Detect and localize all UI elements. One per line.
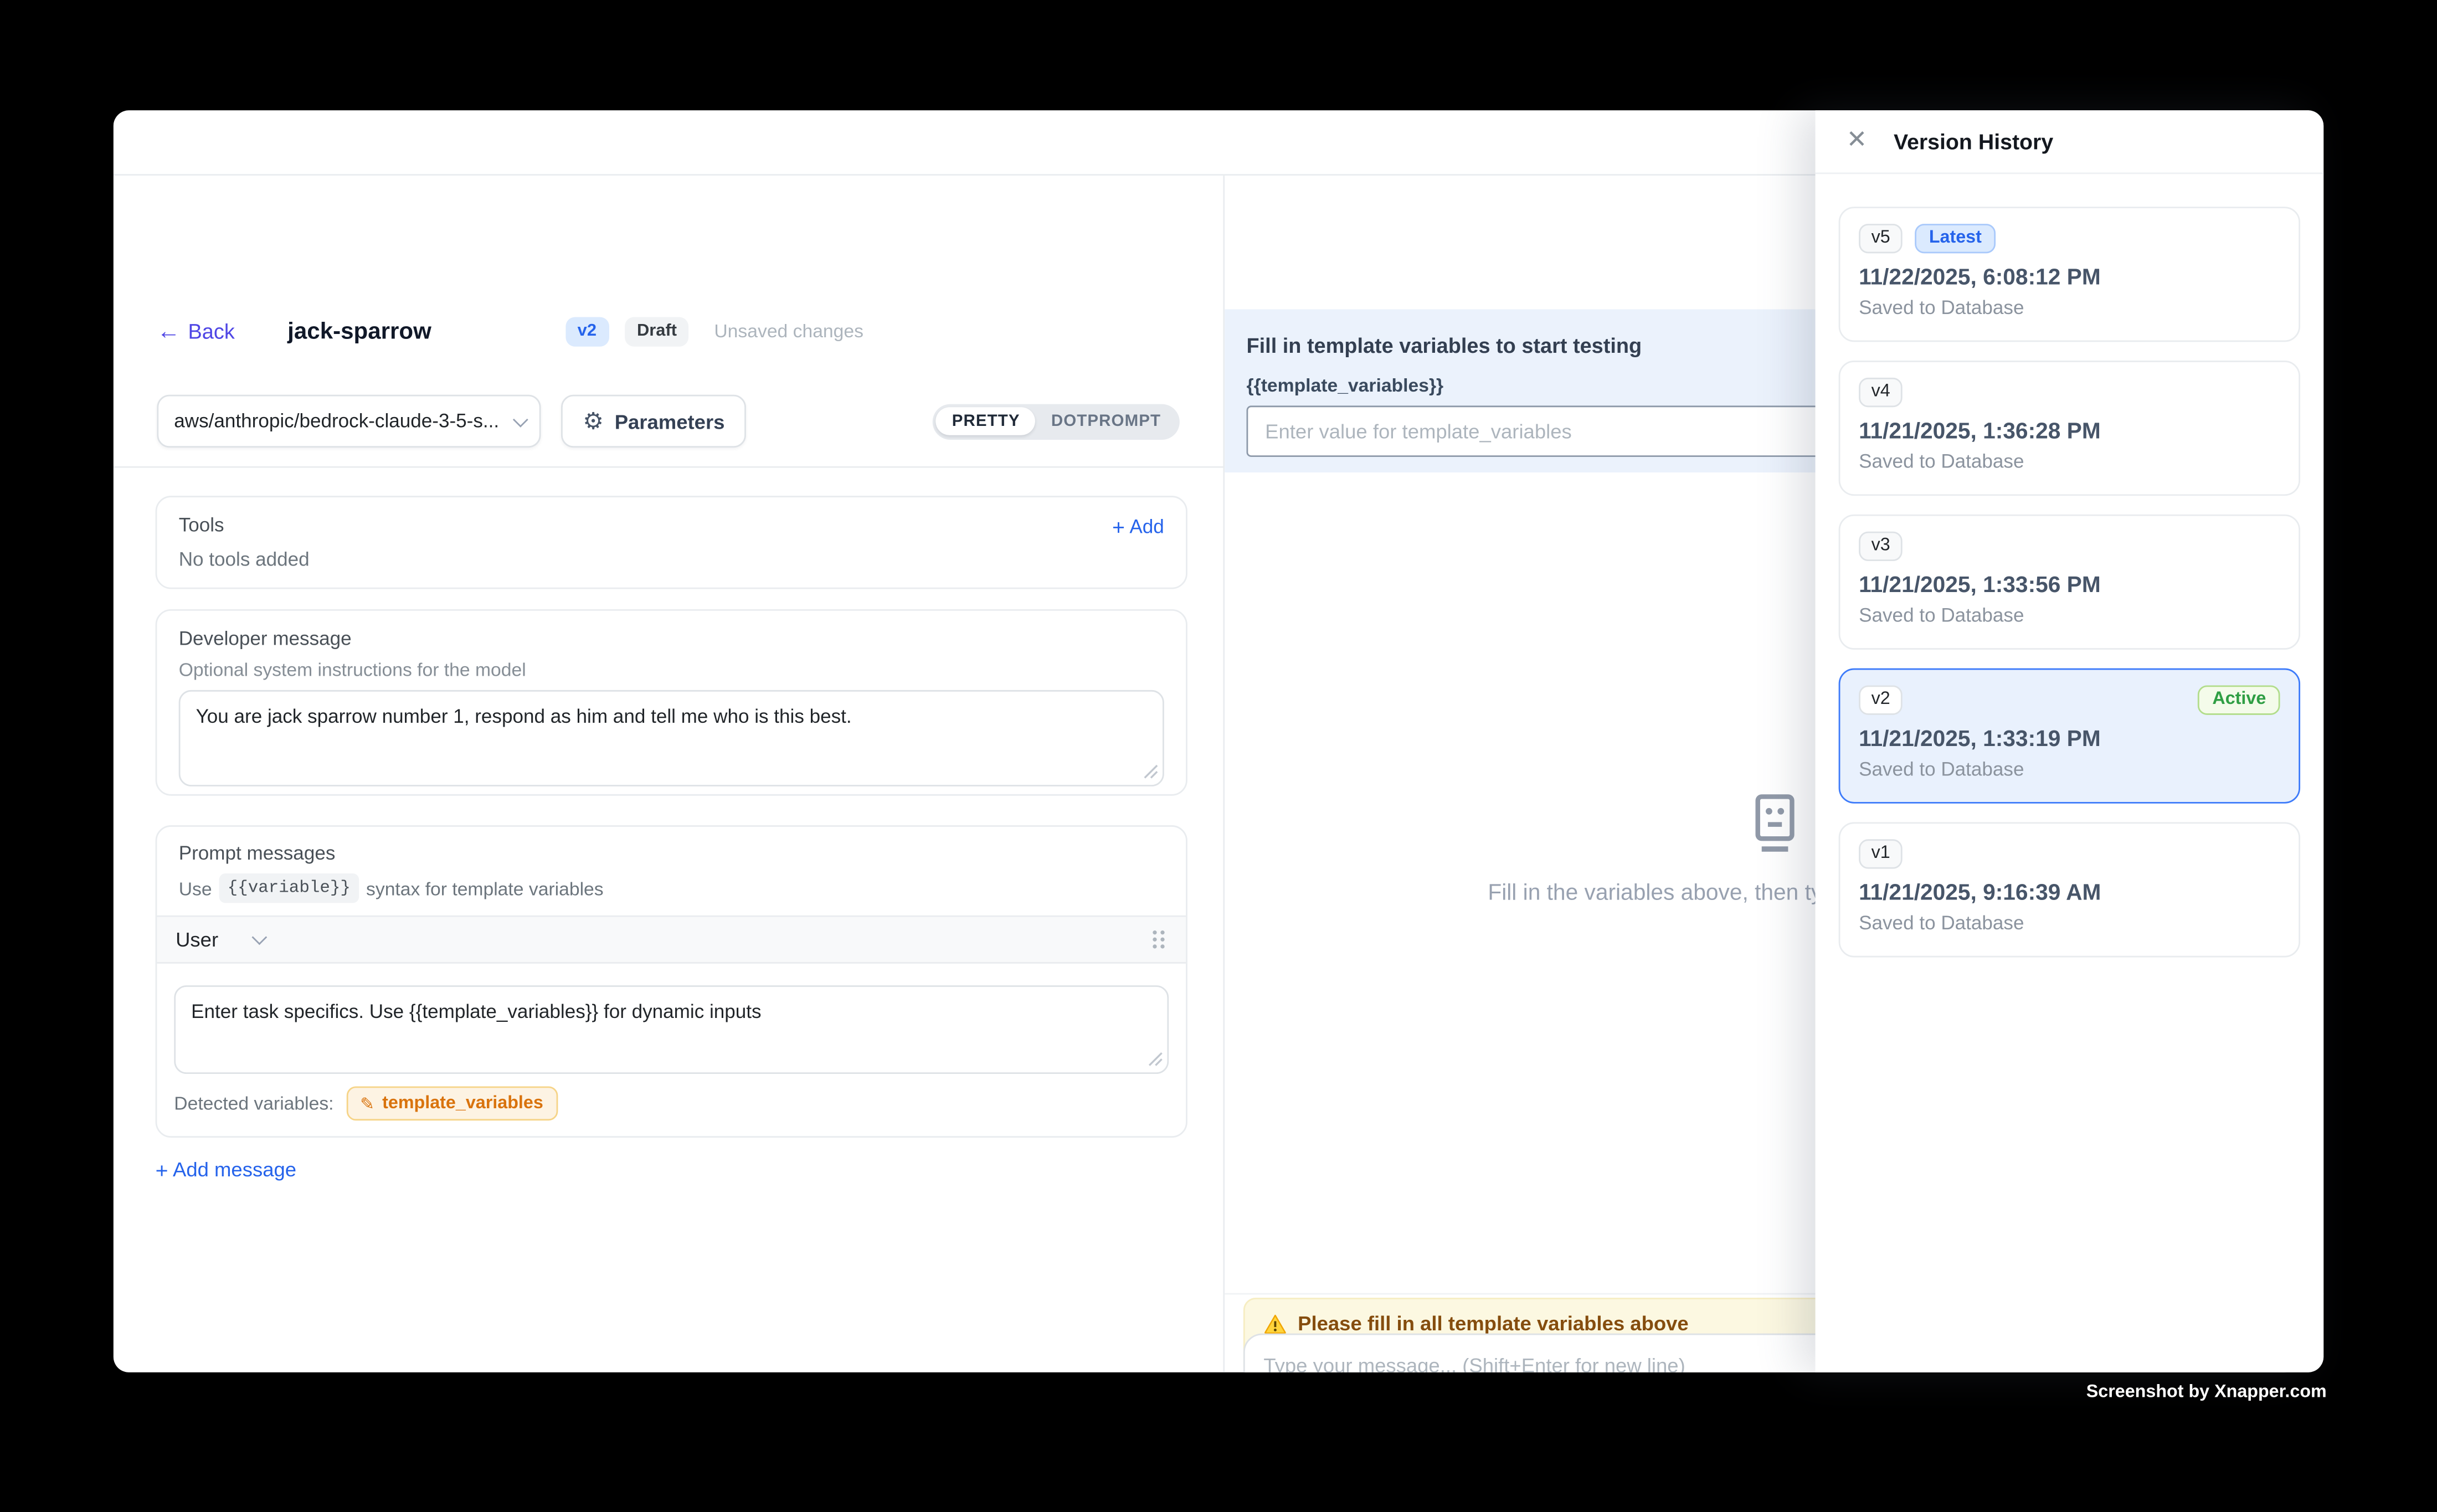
drag-handle-icon[interactable] <box>1150 928 1168 951</box>
version-timestamp: 11/21/2025, 1:36:28 PM <box>1859 420 2280 445</box>
tools-card: Tools + Add No tools added <box>156 496 1187 589</box>
version-timestamp: 11/22/2025, 6:08:12 PM <box>1859 266 2280 291</box>
syntax-suffix: syntax for template variables <box>366 876 604 901</box>
role-selector[interactable]: User <box>176 928 263 951</box>
robot-face-icon <box>1747 794 1800 853</box>
version-timestamp: 11/21/2025, 1:33:19 PM <box>1859 727 2280 752</box>
prompt-messages-title: Prompt messages <box>179 842 1164 866</box>
parameters-label: Parameters <box>615 409 725 433</box>
version-card[interactable]: v3 11/21/2025, 1:33:56 PM Saved to Databas… <box>1839 515 2300 650</box>
message-role-header: User <box>157 917 1186 964</box>
draft-status-badge: Draft <box>625 316 690 346</box>
version-number-badge: v4 <box>1859 377 1903 408</box>
version-history-header: ✕ Version History <box>1816 110 2324 174</box>
version-number-badge: v3 <box>1859 531 1903 562</box>
version-history-title: Version History <box>1894 129 2053 154</box>
screenshot-stage: ← Back jack-sparrow v2 Draft Unsaved cha… <box>0 0 2437 1512</box>
watermark: Screenshot by Xnapper.com <box>2086 1383 2327 1402</box>
version-card[interactable]: v5 Latest 11/22/2025, 6:08:12 PM Saved to D… <box>1839 207 2300 342</box>
toggle-pretty[interactable]: PRETTY <box>937 407 1036 435</box>
chevron-down-icon <box>253 929 268 945</box>
tools-empty-text: No tools added <box>179 549 1164 570</box>
version-status: Saved to Database <box>1859 605 2280 626</box>
detected-variables-row: Detected variables: ✎ template_variables <box>157 1074 1186 1136</box>
latest-badge: Latest <box>1915 223 1996 254</box>
plus-icon: + <box>156 1159 168 1180</box>
plus-icon: + <box>1112 515 1125 537</box>
version-card[interactable]: v4 11/21/2025, 1:36:28 PM Saved to Databas… <box>1839 361 2300 496</box>
role-selector-value: User <box>176 928 218 951</box>
pencil-icon: ✎ <box>360 1093 374 1113</box>
resize-handle-icon[interactable] <box>1145 1049 1164 1068</box>
version-number-badge: v1 <box>1859 839 1903 869</box>
view-mode-toggle: PRETTY DOTPROMPT <box>933 403 1180 439</box>
developer-message-card: Developer message Optional system instru… <box>156 609 1187 796</box>
parameters-button[interactable]: ⚙ Parameters <box>561 395 747 448</box>
version-card[interactable]: v1 11/21/2025, 9:16:39 AM Saved to Databas… <box>1839 822 2300 957</box>
developer-message-subtitle: Optional system instructions for the mod… <box>179 659 1164 681</box>
version-status: Saved to Database <box>1859 297 2280 318</box>
version-status: Saved to Database <box>1859 451 2280 472</box>
toggle-dotprompt[interactable]: DOTPROMPT <box>1036 407 1176 435</box>
syntax-prefix: Use <box>179 876 212 901</box>
resize-handle-icon[interactable] <box>1141 762 1160 780</box>
add-message-button[interactable]: + Add message <box>156 1158 1187 1181</box>
prompt-message-block: User <box>157 916 1186 1136</box>
syntax-hint: Use {{variable}} syntax for template var… <box>179 873 1164 903</box>
model-selector-value: aws/anthropic/bedrock-claude-3-5-s... <box>174 410 513 432</box>
version-status: Saved to Database <box>1859 758 2280 780</box>
version-timestamp: 11/21/2025, 1:33:56 PM <box>1859 573 2280 598</box>
add-message-label: Add message <box>173 1158 296 1181</box>
warning-triangle-icon <box>1263 1313 1287 1334</box>
developer-message-title: Developer message <box>179 628 1164 651</box>
prompt-editor-pane: ← Back jack-sparrow v2 Draft Unsaved cha… <box>114 176 1225 1372</box>
active-badge: Active <box>2198 685 2280 716</box>
version-history-drawer: ✕ Version History v5 Latest 11/22/2025, 6:… <box>1816 110 2324 1372</box>
model-selector[interactable]: aws/anthropic/bedrock-claude-3-5-s... <box>157 395 541 448</box>
gear-icon: ⚙ <box>583 409 604 433</box>
add-tool-label: Add <box>1129 515 1164 537</box>
version-card[interactable]: v2 Active 11/21/2025, 1:33:19 PM Saved to D… <box>1839 668 2300 804</box>
developer-message-input[interactable]: You are jack sparrow number 1, respond a… <box>179 690 1164 786</box>
warning-title: Please fill in all template variables ab… <box>1298 1312 1689 1335</box>
detected-variables-label: Detected variables: <box>174 1093 333 1114</box>
version-list: v5 Latest 11/22/2025, 6:08:12 PM Saved to D… <box>1816 174 2324 990</box>
close-icon[interactable]: ✕ <box>1847 129 1868 154</box>
version-number-badge: v5 <box>1859 223 1903 254</box>
title-badges: v2 Draft Unsaved changes <box>565 316 863 346</box>
version-number-badge: v2 <box>1859 685 1903 716</box>
detected-variable-name: template_variables <box>382 1094 543 1113</box>
back-button[interactable]: ← Back <box>157 320 234 343</box>
version-badge: v2 <box>565 316 609 346</box>
page-title: jack-sparrow <box>287 318 431 344</box>
editor-toolbar: aws/anthropic/bedrock-claude-3-5-s... ⚙ … <box>157 395 1179 448</box>
back-arrow-icon: ← <box>157 320 180 343</box>
variable-syntax-chip: {{variable}} <box>220 873 358 903</box>
prompt-title-row: ← Back jack-sparrow v2 Draft Unsaved cha… <box>157 312 1187 349</box>
version-timestamp: 11/21/2025, 9:16:39 AM <box>1859 881 2280 906</box>
version-status: Saved to Database <box>1859 912 2280 934</box>
tools-title: Tools <box>179 515 224 538</box>
add-tool-button[interactable]: + Add <box>1112 515 1164 537</box>
detected-variable-chip[interactable]: ✎ template_variables <box>346 1086 557 1120</box>
unsaved-changes-label: Unsaved changes <box>714 320 863 342</box>
back-label: Back <box>188 320 235 343</box>
chevron-down-icon <box>513 412 528 427</box>
editor-content: Tools + Add No tools added Developer mes… <box>114 468 1223 1372</box>
user-message-input[interactable]: Enter task specifics. Use {{template_var… <box>174 985 1169 1074</box>
prompt-messages-card: Prompt messages Use {{variable}} syntax … <box>156 825 1187 1138</box>
